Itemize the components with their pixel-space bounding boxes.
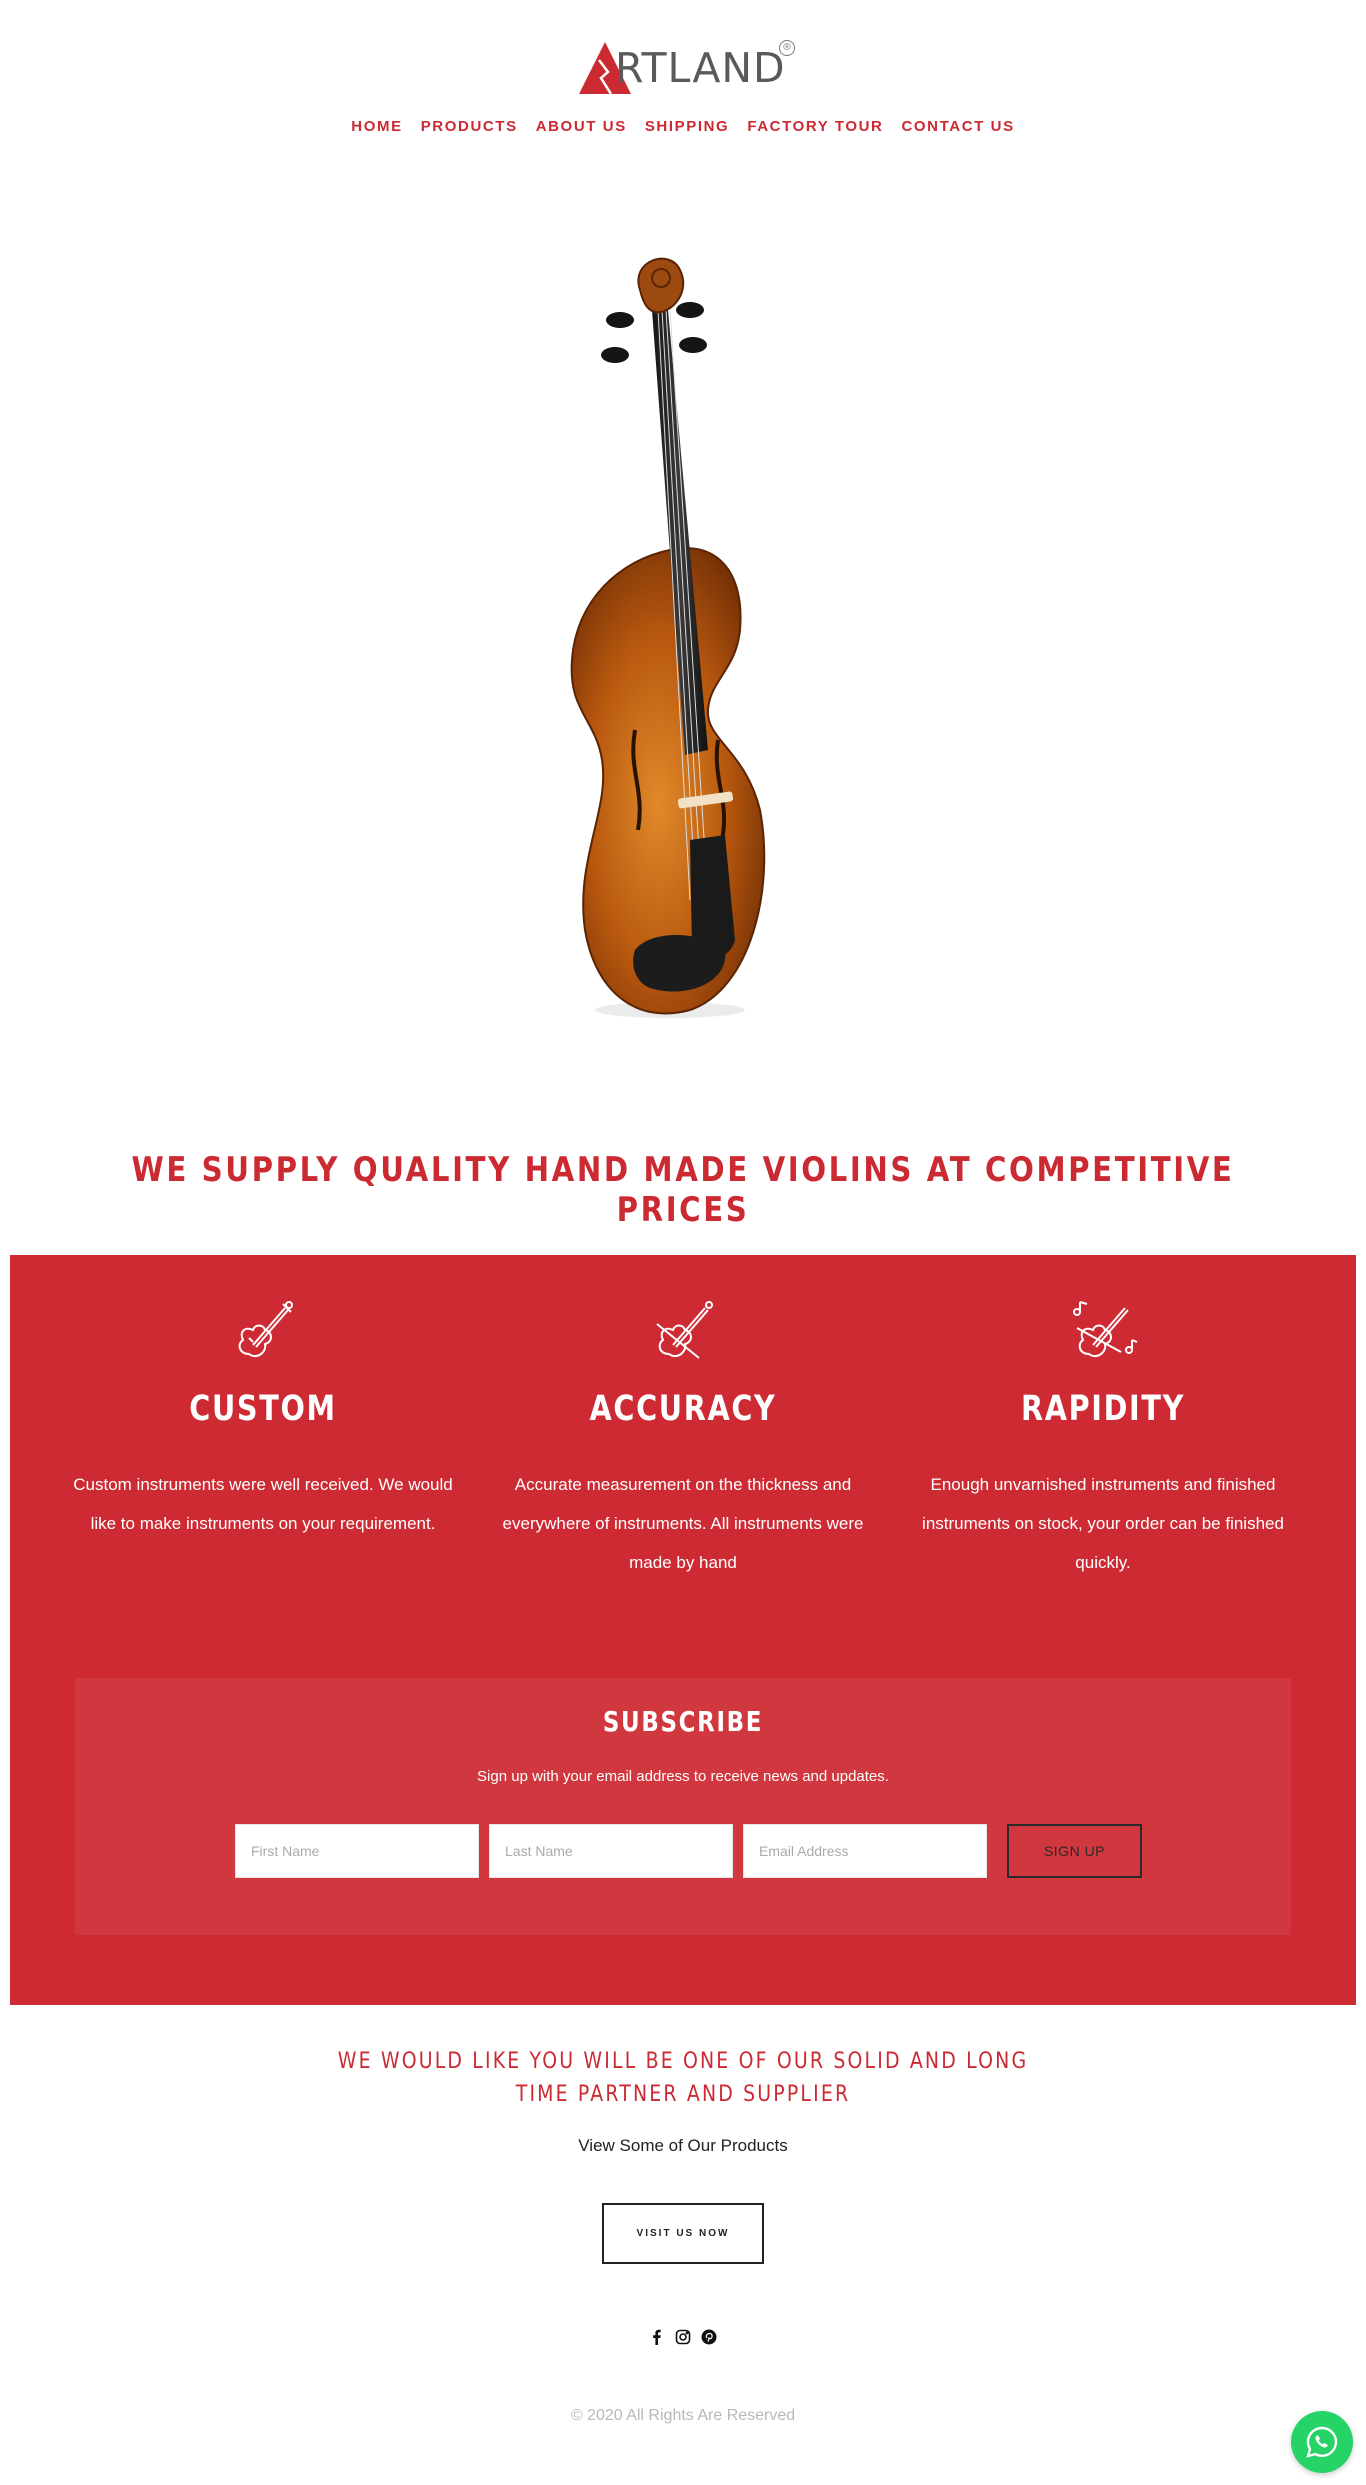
whatsapp-chat-button[interactable] [1291,2411,1353,2473]
violin-notes-icon [1063,1290,1143,1370]
brand-logo[interactable]: RTLAND ® [575,38,795,98]
facebook-icon[interactable] [649,2329,665,2345]
feature-title: RAPIDITY [1020,1389,1185,1429]
nav-shipping[interactable]: SHIPPING [645,118,729,135]
feature-desc: Enough unvarnished instruments and finis… [922,1475,1284,1572]
partner-line-1: WE WOULD LIKE YOU WILL BE ONE OF OUR SOL… [337,2049,1029,2074]
last-name-field[interactable] [489,1824,733,1878]
whatsapp-icon [1306,2426,1338,2458]
feature-desc: Custom instruments were well received. W… [73,1475,453,1533]
email-field[interactable] [743,1824,987,1878]
social-links [0,2329,1366,2345]
subscribe-title: SUBSCRIBE [602,1705,764,1738]
nav-factory-tour[interactable]: FACTORY TOUR [747,118,883,135]
features-band: CUSTOM Custom instruments were well rece… [10,1255,1356,2005]
first-name-field[interactable] [235,1824,479,1878]
violin-icon [223,1290,303,1370]
logo-text: RTLAND [615,44,786,92]
sign-up-button[interactable]: SIGN UP [1007,1824,1142,1878]
view-products-text: View Some of Our Products [578,2136,788,2155]
feature-desc: Accurate measurement on the thickness an… [502,1475,864,1572]
registered-mark: ® [779,40,795,56]
partner-heading: WE WOULD LIKE YOU WILL BE ONE OF OUR SOL… [96,2045,1271,2111]
main-nav: HOME PRODUCTS ABOUT US SHIPPING FACTORY … [0,118,1366,135]
nav-home[interactable]: HOME [351,118,402,135]
copyright-text: © 2020 All Rights Are Reserved [570,2407,796,2424]
nav-products[interactable]: PRODUCTS [421,118,518,135]
headline: WE SUPPLY QUALITY HAND MADE VIOLINS AT C… [131,1150,1235,1230]
subscribe-text: Sign up with your email address to recei… [477,1768,889,1785]
hero-violin-image [540,250,830,1040]
instagram-icon[interactable] [675,2329,691,2345]
nav-about-us[interactable]: ABOUT US [536,118,627,135]
subscribe-box: SUBSCRIBE Sign up with your email addres… [75,1678,1291,1935]
nav-contact-us[interactable]: CONTACT US [901,118,1014,135]
partner-line-2: TIME PARTNER AND SUPPLIER [515,2082,851,2107]
violin-measure-icon [643,1290,723,1370]
visit-us-now-button[interactable]: VISIT US NOW [602,2203,764,2264]
pinterest-icon[interactable] [701,2329,717,2345]
feature-title: ACCURACY [589,1389,777,1429]
feature-title: CUSTOM [189,1389,337,1429]
